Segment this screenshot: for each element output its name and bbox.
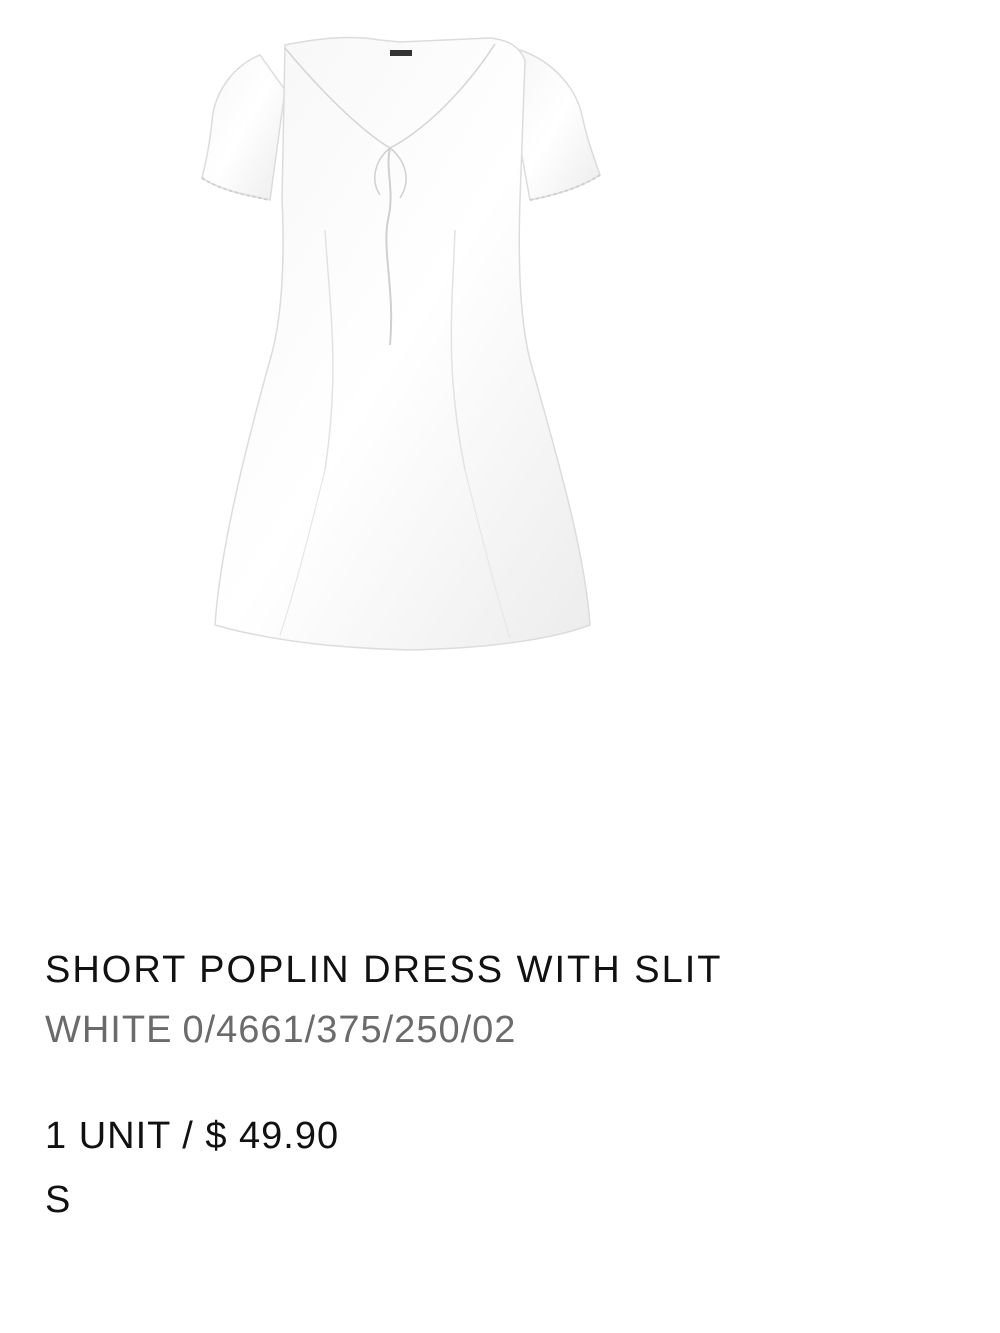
- product-size: S: [45, 1179, 72, 1221]
- product-info: SHORT POPLIN DRESS WITH SLIT WHITE 0/4661…: [45, 938, 745, 1223]
- product-title[interactable]: SHORT POPLIN DRESS WITH SLIT: [45, 938, 745, 1003]
- product-color: WHITE: [45, 1009, 173, 1051]
- dress-illustration: [201, 36, 601, 651]
- product-reference-line: WHITE 0/4661/375/250/02: [45, 1007, 745, 1053]
- product-quantity-price: 1 UNIT / $ 49.90: [45, 1115, 340, 1157]
- product-reference: 0/4661/375/250/02: [182, 1009, 517, 1051]
- product-image[interactable]: [190, 30, 610, 660]
